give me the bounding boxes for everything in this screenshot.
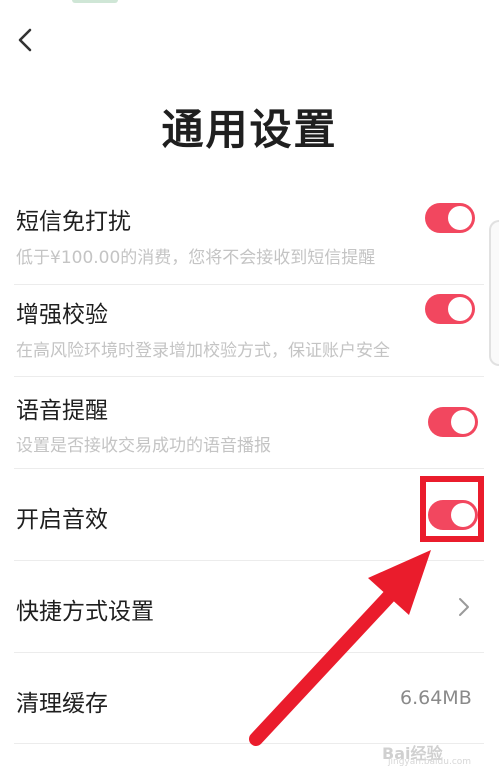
baidu-watermark-url: jingyan.baidu.com <box>388 757 472 767</box>
annotation-arrow <box>249 550 431 746</box>
